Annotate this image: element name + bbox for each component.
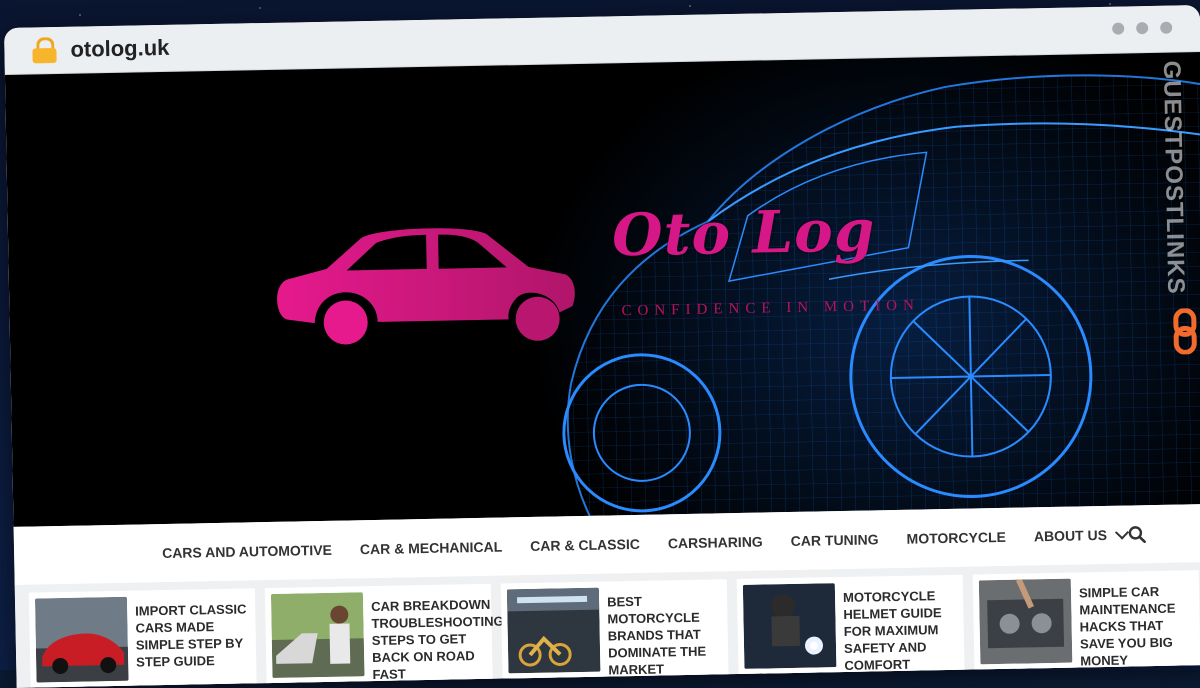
- address-bar-url[interactable]: otolog.uk: [70, 35, 169, 63]
- post-card[interactable]: IMPORT CLASSIC CARS MADE SIMPLE STEP BY …: [28, 588, 257, 688]
- nav-item-car-classic[interactable]: CAR & CLASSIC: [530, 536, 640, 554]
- post-title[interactable]: BEST MOTORCYCLE BRANDS THAT DOMINATE THE…: [607, 579, 729, 683]
- search-icon[interactable]: [1128, 525, 1146, 543]
- nav-item-motorcycle[interactable]: MOTORCYCLE: [906, 529, 1006, 547]
- lock-icon: [32, 37, 57, 64]
- site-logo-title[interactable]: Oto Log: [611, 196, 875, 269]
- window-dot-icon[interactable]: [1160, 21, 1173, 34]
- car-logo-icon: [277, 228, 575, 345]
- window-dot-icon[interactable]: [1136, 22, 1149, 35]
- nav-item-label: CAR & MECHANICAL: [359, 538, 503, 558]
- nav-item-label: MOTORCYCLE: [906, 528, 1007, 547]
- nav-item-car-mechanical[interactable]: CAR & MECHANICAL: [360, 539, 503, 558]
- post-card[interactable]: SIMPLE CAR MAINTENANCE HACKS THAT SAVE Y…: [972, 570, 1200, 677]
- wireframe-car-image: [562, 74, 1200, 525]
- header-banner: Oto Log CONFIDENCE IN MOTION GUESTPOSTLI…: [4, 52, 1200, 527]
- chain-link-icon: [1173, 308, 1197, 355]
- post-thumbnail-engine-maintenance: [978, 578, 1073, 665]
- post-card[interactable]: CAR BREAKDOWN TROUBLESHOOTING STEPS TO G…: [264, 583, 504, 688]
- side-banner-text: GUESTPOSTLINKS: [1157, 60, 1190, 295]
- side-banner: GUESTPOSTLINKS: [1158, 60, 1200, 355]
- window-dot-icon[interactable]: [1112, 22, 1125, 35]
- post-thumbnail-car-breakdown: [270, 592, 365, 678]
- post-card[interactable]: MOTORCYCLE HELMET GUIDE FOR MAXIMUM SAFE…: [736, 574, 965, 682]
- post-title[interactable]: IMPORT CLASSIC CARS MADE SIMPLE STEP BY …: [135, 588, 257, 688]
- nav-item-label: CAR TUNING: [790, 531, 879, 549]
- post-thumbnail-motorcycle-rider: [742, 583, 837, 669]
- nav-item-label: ABOUT US: [1033, 526, 1108, 545]
- nav-item-label: CARS AND AUTOMOTIVE: [161, 541, 333, 562]
- post-title[interactable]: MOTORCYCLE HELMET GUIDE FOR MAXIMUM SAFE…: [843, 575, 965, 679]
- nav-item-car-tuning[interactable]: CAR TUNING: [791, 531, 879, 549]
- post-title[interactable]: SIMPLE CAR MAINTENANCE HACKS THAT SAVE Y…: [1079, 570, 1200, 674]
- nav-item-about-us[interactable]: ABOUT US: [1033, 525, 1130, 545]
- nav-item-label: CARSHARING: [667, 533, 763, 552]
- nav-item-cars-and-automotive[interactable]: CARS AND AUTOMOTIVE: [162, 542, 332, 561]
- nav-item-label: CAR & CLASSIC: [530, 535, 641, 554]
- browser-window: otolog.uk Oto Log CONFIDENCE IN MOTION G…: [4, 5, 1200, 688]
- window-controls: [1112, 21, 1173, 35]
- post-title[interactable]: CAR BREAKDOWN TROUBLESHOOTING STEPS TO G…: [371, 584, 505, 688]
- post-thumbnail-motorcycle-showroom: [506, 587, 601, 674]
- nav-item-carsharing[interactable]: CARSHARING: [668, 534, 763, 552]
